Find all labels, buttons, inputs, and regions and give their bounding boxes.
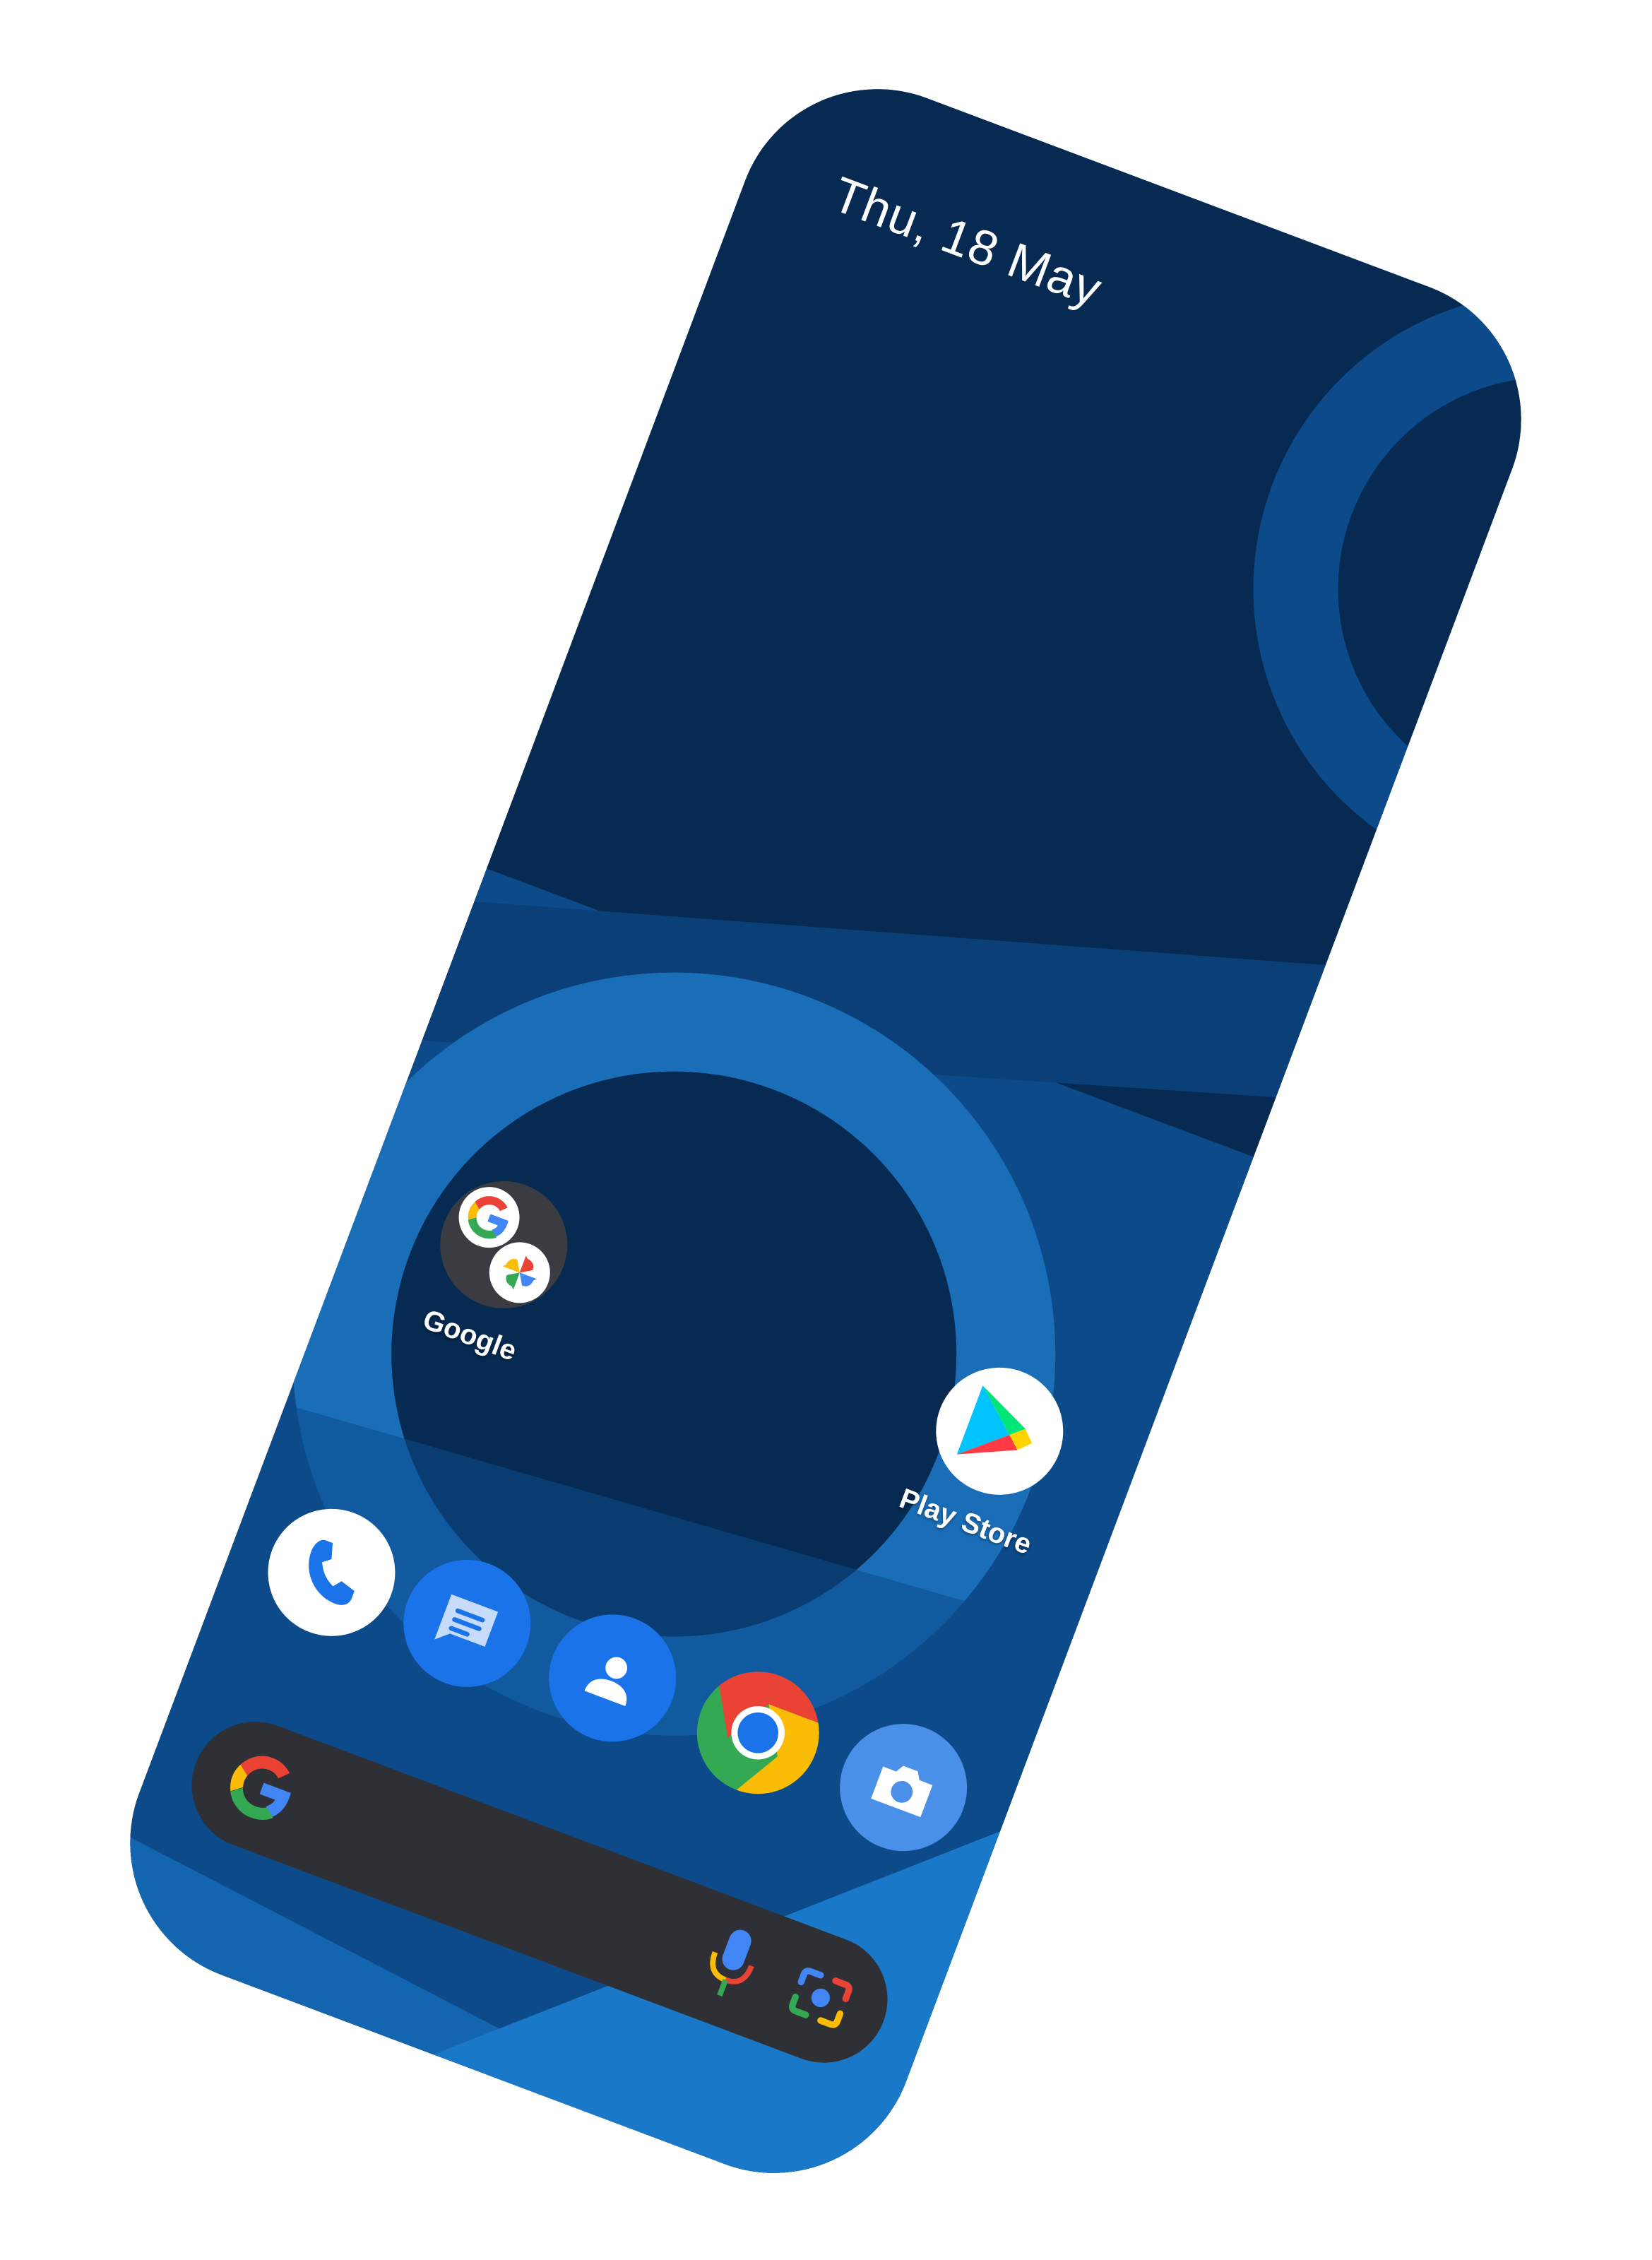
play-store-icon [956, 1385, 1033, 1455]
lens-camera-icon[interactable] [778, 1957, 862, 2042]
microphone-icon[interactable] [690, 1918, 771, 2014]
google-g-icon[interactable] [220, 1747, 303, 1833]
phone-screen: Thu, 18 May Google Play Store [89, 48, 1562, 2214]
messages-icon [434, 1594, 499, 1647]
wallpaper [89, 48, 1562, 2214]
phone-icon [309, 1539, 355, 1605]
contacts-icon [584, 1657, 628, 1707]
camera-icon [871, 1765, 933, 1818]
screenshot-stage: Thu, 18 May Google Play Store [0, 0, 1652, 2260]
